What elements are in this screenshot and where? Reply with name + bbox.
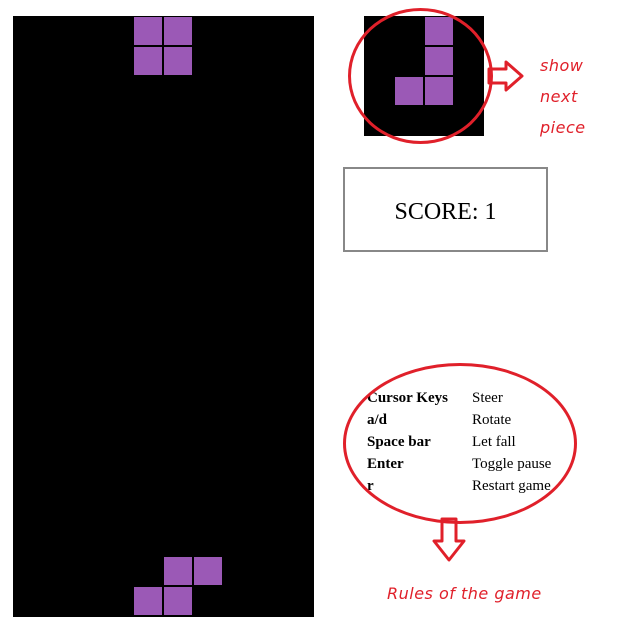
next-piece-highlight-ellipse bbox=[348, 8, 493, 144]
arrow-down-icon bbox=[432, 517, 466, 562]
rules-note: Rules of the game bbox=[387, 584, 542, 603]
stacked-block bbox=[133, 586, 163, 616]
stacked-block bbox=[163, 586, 193, 616]
next-piece-note: show next piece bbox=[540, 56, 586, 137]
falling-piece-block bbox=[163, 16, 193, 46]
falling-piece-block bbox=[133, 46, 163, 76]
arrow-right-icon bbox=[487, 60, 524, 92]
tetris-page: SCORE: 1 Cursor Keys Steer a/d Rotate Sp… bbox=[0, 0, 630, 636]
falling-piece-block bbox=[163, 46, 193, 76]
score-display: SCORE: 1 bbox=[394, 199, 497, 225]
stacked-block bbox=[163, 556, 193, 586]
rules-highlight-ellipse bbox=[343, 363, 577, 524]
game-board bbox=[13, 16, 314, 617]
falling-piece-block bbox=[133, 16, 163, 46]
score-box: SCORE: 1 bbox=[343, 167, 548, 252]
stacked-block bbox=[193, 556, 223, 586]
